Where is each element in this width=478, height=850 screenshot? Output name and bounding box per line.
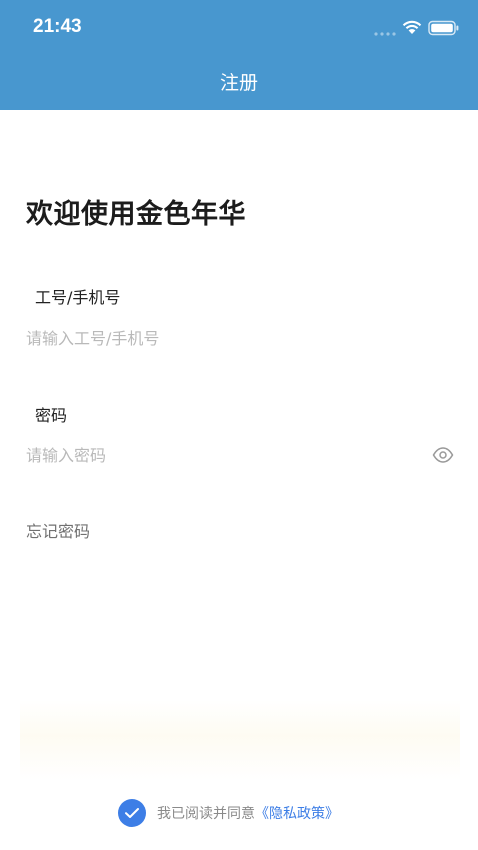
welcome-title: 欢迎使用金色年华 <box>26 199 246 230</box>
signal-icon <box>374 32 396 36</box>
agreement-row: 我已阅读并同意 《隐私政策》 <box>118 798 339 828</box>
account-input[interactable] <box>26 324 426 352</box>
account-label: 工号/手机号 <box>35 288 121 307</box>
battery-icon <box>428 20 459 36</box>
app-header: 21:43 注册 <box>0 0 478 110</box>
decorative-glow <box>20 700 460 780</box>
wifi-icon <box>402 20 422 34</box>
forgot-password-link[interactable]: 忘记密码 <box>26 518 90 542</box>
privacy-policy-link[interactable]: 《隐私政策》 <box>255 803 339 823</box>
page-title: 注册 <box>219 72 258 94</box>
check-icon[interactable] <box>118 799 146 827</box>
eye-icon[interactable] <box>432 446 454 464</box>
status-time: 21:43 <box>33 16 82 37</box>
password-input[interactable] <box>26 441 416 469</box>
agreement-text: 我已阅读并同意 <box>157 806 255 822</box>
password-label: 密码 <box>35 406 68 425</box>
